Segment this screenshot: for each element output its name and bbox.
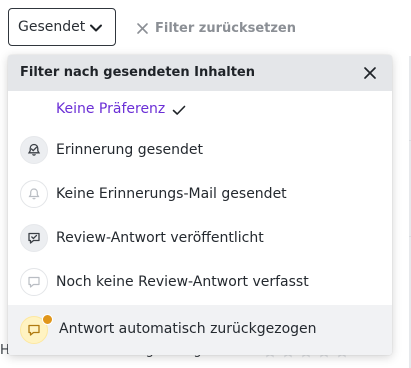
reset-filter-label: Filter zurücksetzen <box>155 21 297 36</box>
bell-icon <box>20 180 48 208</box>
warning-badge <box>42 314 53 325</box>
sent-filter-select[interactable]: Gesendet <box>8 8 116 46</box>
option-no-reply-written[interactable]: Noch keine Review-Antwort verfasst <box>8 261 392 305</box>
reply-published-icon <box>20 224 48 252</box>
sent-content-filter-dropdown: Filter nach gesendeten Inhalten Keine Pr… <box>8 55 392 355</box>
dropdown-header: Filter nach gesendeten Inhalten <box>8 55 392 91</box>
option-reminder-sent[interactable]: Erinnerung gesendet <box>8 129 392 173</box>
close-icon <box>137 23 148 34</box>
chat-bubble-icon <box>20 268 48 296</box>
option-reply-published[interactable]: Review-Antwort veröffentlicht <box>8 217 392 261</box>
option-no-preference[interactable]: Keine Präferenz <box>8 88 392 132</box>
option-label: Keine Erinnerungs-Mail gesendet <box>56 186 287 202</box>
option-label: Antwort automatisch zurückgezogen <box>59 321 317 337</box>
reset-filter-button[interactable]: Filter zurücksetzen <box>136 21 296 36</box>
option-reply-auto-withdrawn[interactable]: Antwort automatisch zurückgezogen <box>8 305 392 355</box>
chevron-down-icon <box>90 24 102 32</box>
option-label: Review-Antwort veröffentlicht <box>56 230 264 246</box>
chat-warning-icon <box>20 314 53 344</box>
dropdown-title: Filter nach gesendeten Inhalten <box>20 65 256 80</box>
option-label: Erinnerung gesendet <box>56 142 203 158</box>
sent-filter-select-value: Gesendet <box>18 19 86 35</box>
checkmark-icon <box>172 105 186 115</box>
option-label: Keine Präferenz <box>56 101 166 117</box>
option-no-reminder-mail[interactable]: Keine Erinnerungs-Mail gesendet <box>8 173 392 217</box>
option-label: Noch keine Review-Antwort verfasst <box>56 274 309 290</box>
close-icon[interactable] <box>361 64 379 82</box>
filter-bar: Gesendet Filter zurücksetzen <box>0 0 411 56</box>
reminder-sent-icon <box>20 136 48 164</box>
